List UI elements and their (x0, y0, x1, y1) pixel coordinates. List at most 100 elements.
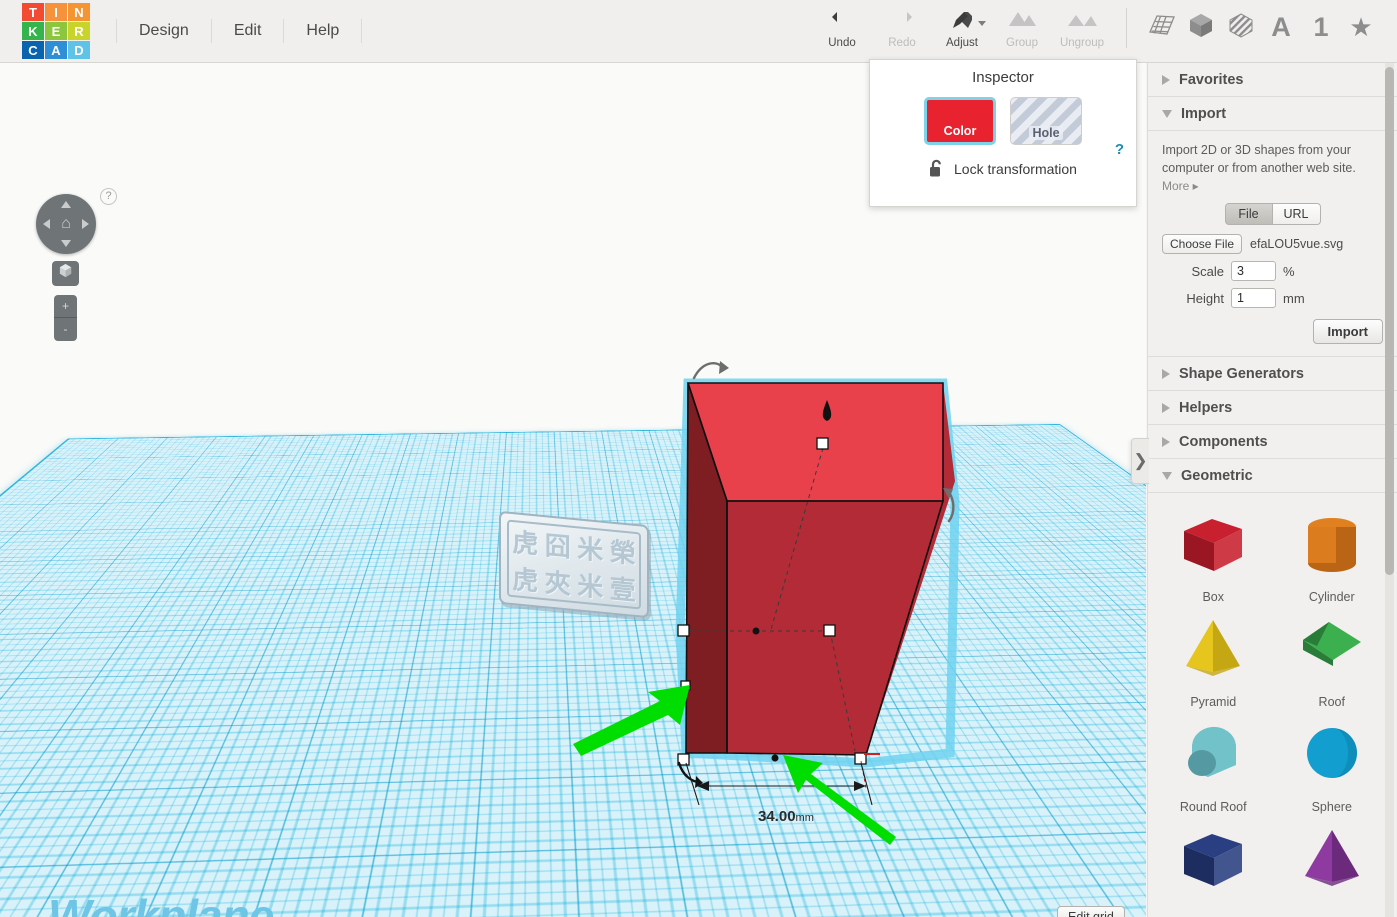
inspector-swatches: Color Hole ? (870, 97, 1136, 158)
hole-swatch-button[interactable]: Hole (1010, 97, 1082, 145)
section-label: Helpers (1179, 399, 1233, 416)
zoom-controls[interactable]: + - (54, 295, 77, 341)
scale-input[interactable] (1231, 261, 1276, 282)
import-button-row: Import (1162, 319, 1383, 345)
shape-name-label: Pyramid (1190, 695, 1237, 710)
workplane-grid[interactable] (0, 424, 1146, 917)
section-label: Favorites (1179, 71, 1244, 88)
menu-item-help[interactable]: Help (284, 19, 363, 43)
nav-down-arrow-icon[interactable] (61, 240, 71, 247)
section-header-shape-generators[interactable]: Shape Generators (1148, 357, 1397, 392)
menu-item-edit[interactable]: Edit (212, 19, 285, 43)
logo-tile-d: D (68, 41, 90, 59)
panel-collapse-toggle[interactable]: ❯ (1131, 438, 1149, 484)
chevron-down-icon[interactable] (978, 21, 986, 26)
adjust-button[interactable]: Adjust (932, 7, 992, 55)
lock-transformation-row[interactable]: Lock transformation (870, 159, 1136, 178)
chevron-right-icon (1162, 74, 1170, 85)
nav-left-arrow-icon[interactable] (43, 219, 50, 229)
nav-help-icon[interactable]: ? (100, 188, 117, 205)
section-header-helpers[interactable]: Helpers (1148, 391, 1397, 426)
panel-scrollbar-thumb[interactable] (1385, 67, 1394, 575)
dimension-label: 34.00mm (758, 808, 814, 825)
menu-item-design[interactable]: Design (116, 19, 212, 43)
chevron-right-icon (1162, 436, 1170, 447)
color-swatch-button[interactable]: Color (924, 97, 996, 145)
shape-item-pyramid[interactable]: Pyramid (1154, 610, 1273, 709)
logo-tile-e: E (45, 22, 67, 40)
inspector-help-icon[interactable]: ? (1115, 141, 1124, 158)
shape-item-box[interactable]: Box (1154, 505, 1273, 604)
zoom-out-button[interactable]: - (54, 318, 77, 341)
logo-tile-c: C (22, 41, 44, 59)
tinkercad-logo[interactable]: TIN KER CAD (22, 3, 90, 59)
tool-label: Adjust (946, 37, 978, 49)
nav-right-arrow-icon[interactable] (82, 219, 89, 229)
main-menu: Design Edit Help (116, 11, 363, 51)
shape-item[interactable] (1154, 820, 1273, 905)
star-favorite-icon[interactable]: ★ (1341, 12, 1381, 42)
shape-item-roof[interactable]: Roof (1273, 610, 1392, 709)
section-label: Components (1179, 433, 1268, 450)
text-a-icon[interactable]: A (1261, 12, 1301, 42)
shape-item[interactable] (1273, 820, 1392, 905)
chevron-right-icon (1162, 402, 1170, 413)
import-button[interactable]: Import (1312, 319, 1383, 345)
toolbar-divider (1126, 8, 1127, 48)
chevron-down-icon (1162, 109, 1172, 118)
hole-cube-icon[interactable] (1221, 11, 1261, 44)
undo-button[interactable]: Undo (812, 7, 872, 55)
stamp-character: 榮 (609, 537, 636, 570)
inspector-panel[interactable]: Inspector Color Hole ? Lock transformati… (869, 59, 1137, 207)
stamp-character: 壹 (609, 574, 636, 607)
height-field-row: Height mm (1162, 288, 1383, 309)
shape-name-label: Cylinder (1308, 590, 1355, 605)
shapes-side-panel[interactable]: Favorites Import Import 2D or 3D shapes … (1147, 63, 1397, 917)
home-icon[interactable]: ⌂ (61, 215, 71, 233)
section-header-components[interactable]: Components (1148, 425, 1397, 460)
tinkercad-app: TINKERCAD Design Edit Help Undo Redo Adjust G… (0, 0, 1397, 917)
workplane-grid-icon[interactable] (1141, 12, 1181, 43)
choose-file-button[interactable]: Choose File (1162, 234, 1243, 255)
geometric-shapes-grid: Box Cylinder Pyramid Roof Round Roof Sphere (1148, 493, 1397, 905)
stamp-character: 米 (577, 534, 604, 567)
section-header-favorites[interactable]: Favorites (1148, 63, 1397, 97)
import-section-body: Import 2D or 3D shapes from your compute… (1148, 131, 1397, 358)
stamp-character: 虎 (512, 565, 539, 598)
view-navigation-pad[interactable]: ⌂ (36, 194, 96, 254)
number-one-icon[interactable]: 1 (1301, 12, 1341, 42)
height-unit: mm (1283, 290, 1305, 306)
scale-field-row: Scale % (1162, 261, 1383, 282)
shape-thumbnail (1154, 715, 1273, 798)
stamp-character: 夾 (544, 568, 571, 601)
nav-up-arrow-icon[interactable] (61, 201, 71, 208)
inspector-title: Inspector (972, 69, 1034, 86)
chevron-down-icon (1162, 471, 1172, 480)
height-input[interactable] (1231, 288, 1276, 309)
tool-label: Undo (828, 37, 856, 49)
shape-item-cylinder[interactable]: Cylinder (1273, 505, 1392, 604)
shape-mode-toolbar: A 1 ★ (1141, 11, 1381, 52)
section-label: Shape Generators (1179, 365, 1304, 382)
shape-name-label: Sphere (1311, 800, 1352, 815)
action-toolbar: Undo Redo Adjust Group Ungroup (812, 7, 1112, 55)
logo-tile-k: K (22, 22, 44, 40)
stamp-character: 米 (577, 571, 604, 604)
solid-cube-icon[interactable] (1181, 11, 1221, 44)
tool-label: Redo (888, 37, 916, 49)
zoom-in-button[interactable]: + (54, 295, 77, 318)
view-cube-icon[interactable] (52, 261, 79, 286)
shape-item-sphere[interactable]: Sphere (1273, 715, 1392, 814)
color-swatch-label: Color (943, 124, 977, 138)
shape-thumbnail (1273, 715, 1392, 798)
section-header-import[interactable]: Import (1148, 97, 1397, 131)
tab-file[interactable]: File (1224, 203, 1273, 226)
scale-unit: % (1283, 263, 1295, 279)
shape-item-round-roof[interactable]: Round Roof (1154, 715, 1273, 814)
import-more-link[interactable]: More ▸ (1162, 179, 1383, 193)
edit-grid-button[interactable]: Edit grid (1057, 906, 1125, 917)
hole-swatch-label: Hole (1029, 126, 1063, 140)
section-header-geometric[interactable]: Geometric (1148, 459, 1397, 494)
tab-url[interactable]: URL (1272, 203, 1321, 226)
chinese-name-stamp-object[interactable]: 虎囧米榮虎夾米壹 (499, 510, 649, 619)
